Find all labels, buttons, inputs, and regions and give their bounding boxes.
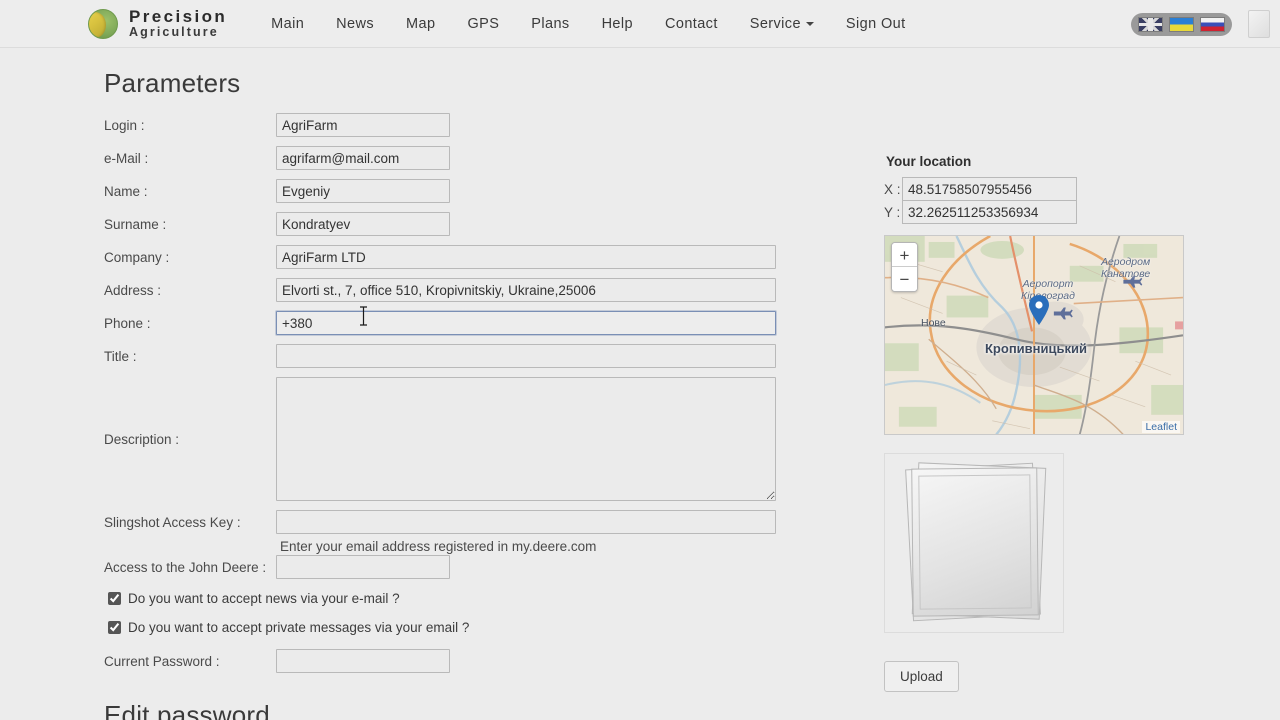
nav-sign-out[interactable]: Sign Out	[830, 10, 922, 38]
chevron-down-icon	[805, 21, 814, 26]
longitude-input[interactable]	[902, 200, 1077, 224]
field-row-login: Login :	[104, 113, 804, 137]
location-map[interactable]: Нове Аеропорт Кіровоград Аеродром Канато…	[884, 235, 1184, 435]
label-login: Login :	[104, 117, 145, 133]
field-row-john-deere: Enter your email address registered in m…	[104, 539, 804, 579]
header-right-controls	[1131, 0, 1270, 48]
label-name: Name :	[104, 183, 148, 199]
label-company: Company :	[104, 249, 170, 265]
map-zoom-controls: + −	[891, 242, 918, 292]
edit-password-title: Edit password	[104, 700, 270, 720]
field-row-phone: Phone :	[104, 311, 804, 335]
field-row-title: Title :	[104, 344, 804, 368]
checkbox-row-private-messages: Do you want to accept private messages v…	[104, 620, 804, 635]
main-navigation: Main News Map GPS Plans Help Contact Ser…	[255, 10, 921, 38]
label-address: Address :	[104, 282, 162, 298]
field-row-current-password: Current Password :	[104, 649, 804, 673]
john-deere-hint: Enter your email address registered in m…	[280, 539, 597, 554]
accept-private-messages-checkbox[interactable]	[108, 621, 121, 634]
nav-plans[interactable]: Plans	[515, 10, 585, 38]
label-y: Y :	[884, 204, 901, 220]
field-row-company: Company :	[104, 245, 804, 269]
nav-service[interactable]: Service	[734, 10, 830, 38]
label-description: Description :	[104, 431, 180, 447]
field-row-email: e-Mail :	[104, 146, 804, 170]
page-body: Parameters Login : e-Mail : Name : Surna…	[0, 48, 1280, 720]
site-header: Precision Agriculture Main News Map GPS …	[0, 0, 1280, 48]
nav-main[interactable]: Main	[255, 10, 320, 38]
brand-text: Precision Agriculture	[129, 8, 227, 39]
nav-map[interactable]: Map	[390, 10, 451, 38]
checkbox-row-news: Do you want to accept news via your e-ma…	[104, 591, 804, 606]
nav-gps[interactable]: GPS	[451, 10, 515, 38]
phone-input[interactable]	[276, 311, 776, 335]
label-slingshot-access-key: Slingshot Access Key :	[104, 514, 241, 530]
map-pin-icon[interactable]	[1028, 294, 1050, 326]
flag-russia-icon[interactable]	[1200, 16, 1225, 32]
upload-button[interactable]: Upload	[884, 661, 959, 692]
current-password-input[interactable]	[276, 649, 450, 673]
coordinate-row-x: X :	[884, 177, 1194, 201]
language-switcher	[1131, 12, 1232, 36]
brand-line-agriculture: Agriculture	[129, 24, 219, 39]
latitude-input[interactable]	[902, 177, 1077, 201]
nav-contact[interactable]: Contact	[649, 10, 734, 38]
title-input[interactable]	[276, 344, 776, 368]
coordinate-row-y: Y :	[884, 200, 1194, 224]
leaf-circle-logo-icon	[88, 8, 118, 39]
your-location-title: Your location	[886, 154, 972, 169]
photo-stack-placeholder-icon	[884, 453, 1064, 633]
brand-line-precision: Precision	[129, 7, 228, 27]
email-input[interactable]	[276, 146, 450, 170]
field-row-slingshot: Slingshot Access Key :	[104, 510, 804, 534]
label-current-password: Current Password :	[104, 653, 220, 669]
leaflet-attribution-link[interactable]: Leaflet	[1142, 421, 1180, 433]
brand-logo-link[interactable]: Precision Agriculture	[88, 8, 227, 39]
label-email: e-Mail :	[104, 150, 149, 166]
john-deere-input[interactable]	[276, 555, 450, 579]
map-tiles	[885, 236, 1183, 434]
label-john-deere: Access to the John Deere :	[104, 559, 267, 575]
field-row-name: Name :	[104, 179, 804, 203]
nav-news[interactable]: News	[320, 10, 390, 38]
login-input[interactable]	[276, 113, 450, 137]
zoom-out-button[interactable]: −	[892, 267, 917, 291]
accept-news-label: Do you want to accept news via your e-ma…	[128, 591, 400, 606]
accept-news-checkbox[interactable]	[108, 592, 121, 605]
field-row-description: Description :	[104, 377, 804, 501]
description-textarea[interactable]	[276, 377, 776, 501]
label-title: Title :	[104, 348, 137, 364]
company-input[interactable]	[276, 245, 776, 269]
surname-input[interactable]	[276, 212, 450, 236]
location-sidebar: Your location X : Y :	[884, 48, 1194, 692]
label-phone: Phone :	[104, 315, 151, 331]
zoom-in-button[interactable]: +	[892, 243, 917, 267]
flag-uk-icon[interactable]	[1138, 16, 1163, 32]
flag-ukraine-icon[interactable]	[1169, 16, 1194, 32]
accept-private-messages-label: Do you want to accept private messages v…	[128, 620, 470, 635]
user-avatar-placeholder-icon[interactable]	[1248, 10, 1270, 38]
field-row-surname: Surname :	[104, 212, 804, 236]
label-surname: Surname :	[104, 216, 167, 232]
nav-help[interactable]: Help	[586, 10, 649, 38]
label-x: X :	[884, 181, 901, 197]
slingshot-access-key-input[interactable]	[276, 510, 776, 534]
parameters-form: Parameters Login : e-Mail : Name : Surna…	[104, 48, 804, 720]
field-row-address: Address :	[104, 278, 804, 302]
name-input[interactable]	[276, 179, 450, 203]
nav-service-label: Service	[749, 15, 801, 32]
address-input[interactable]	[276, 278, 776, 302]
photo-sheet-front	[911, 467, 1039, 617]
page-title: Parameters	[104, 68, 241, 98]
